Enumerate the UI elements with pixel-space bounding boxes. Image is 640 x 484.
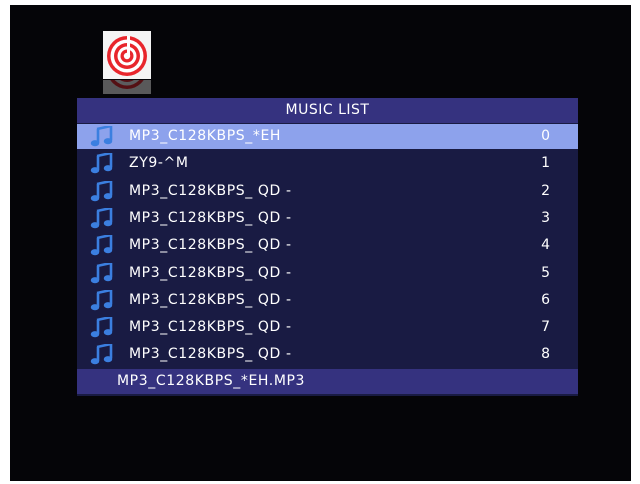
track-title: MP3_C128KBPS_ QD - [129,209,292,226]
music-note-icon [90,344,113,365]
track-row-7[interactable]: MP3_C128KBPS_ QD - 7 [77,315,578,340]
track-row-4[interactable]: MP3_C128KBPS_ QD - 4 [77,233,578,258]
music-note-icon [90,207,113,229]
track-row-2[interactable]: MP3_C128KBPS_ QD - 2 [77,179,578,204]
music-note-icon [90,180,113,201]
track-index: 4 [541,237,550,254]
track-title: MP3_C128KBPS_ QD - [129,346,292,363]
track-title: MP3_C128KBPS_ QD - [129,291,292,308]
track-index: 7 [541,319,550,336]
track-title: MP3_C128KBPS_ QD - [129,264,292,281]
track-index: 2 [541,182,550,199]
music-note-icon [90,153,113,174]
track-index: 6 [541,291,550,308]
logo-reflection [103,80,151,94]
track-row-0[interactable]: MP3_C128KBPS_*EH 0 [77,124,578,149]
spiral-logo-icon [103,31,151,79]
track-title: MP3_C128KBPS_*EH [129,128,282,144]
music-note-icon [90,126,113,147]
panel-title: MUSIC LIST [77,98,578,123]
tv-screen: MUSIC LIST MP3_C128KBPS_*EH 0 ZY9-^M 1 M… [10,5,631,481]
track-index: 1 [541,155,550,172]
music-note-icon [90,317,113,338]
track-index: 8 [541,346,550,363]
track-row-1[interactable]: ZY9-^M 1 [77,151,578,176]
track-row-3[interactable]: MP3_C128KBPS_ QD - 3 [77,206,578,231]
track-title: ZY9-^M [129,155,189,172]
app-logo [103,31,151,94]
now-selected-bar: MP3_C128KBPS_*EH.MP3 [77,369,578,394]
track-title: MP3_C128KBPS_ QD - [129,182,292,199]
track-index: 3 [541,209,550,226]
track-row-8[interactable]: MP3_C128KBPS_ QD - 8 [77,342,578,367]
music-note-icon [90,289,113,311]
track-title: MP3_C128KBPS_ QD - [129,319,292,336]
track-row-5[interactable]: MP3_C128KBPS_ QD - 5 [77,261,578,286]
selected-filename: MP3_C128KBPS_*EH.MP3 [117,373,306,389]
music-list-panel: MUSIC LIST MP3_C128KBPS_*EH 0 ZY9-^M 1 M… [77,98,578,396]
track-index: 5 [541,264,550,281]
track-title: MP3_C128KBPS_ QD - [129,237,292,254]
track-row-6[interactable]: MP3_C128KBPS_ QD - 6 [77,288,578,313]
music-note-icon [90,235,113,256]
track-index: 0 [541,128,550,144]
music-note-icon [90,262,113,283]
